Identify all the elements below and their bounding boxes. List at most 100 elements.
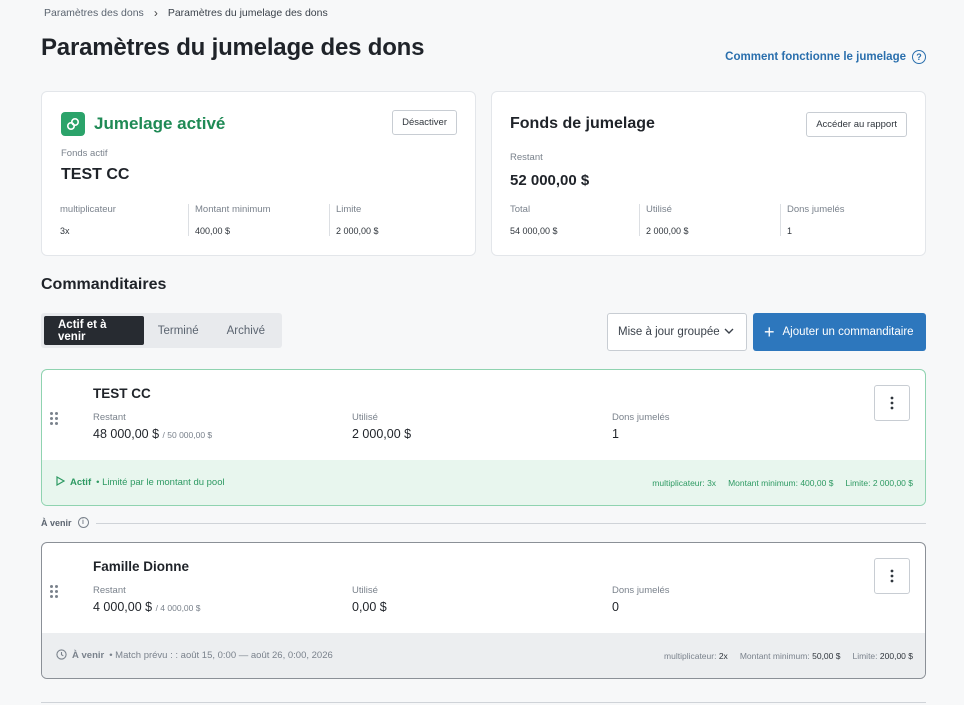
sponsor-used: Utilisé 2 000,00 $ xyxy=(352,412,411,441)
active-fund-label: Fonds actif xyxy=(61,148,108,159)
more-options-button[interactable] xyxy=(874,558,910,594)
limit-term-label: Limite: xyxy=(852,650,878,661)
upcoming-label: À venir xyxy=(41,517,72,528)
minimum-stat: Montant minimum 400,00 $ xyxy=(188,204,329,236)
breadcrumb-parent[interactable]: Paramètres des dons xyxy=(44,7,144,19)
sponsor-status: À venir • Match prévu : : août 15, 0:00 … xyxy=(56,648,333,663)
matched-value: 1 xyxy=(787,226,793,236)
bulk-update-label: Mise à jour groupée xyxy=(618,326,720,338)
matched-label: Dons jumelés xyxy=(612,412,670,423)
matched-label: Dons jumelés xyxy=(612,585,670,596)
matching-stats: multiplicateur 3x Montant minimum 400,00… xyxy=(60,204,439,236)
minimum-label: Montant minimum xyxy=(195,204,271,215)
matched-stat: Dons jumelés 1 xyxy=(780,204,890,236)
breadcrumb: Paramètres des dons › Paramètres du jume… xyxy=(44,6,328,20)
limit-stat: Limite 2 000,00 $ xyxy=(329,204,439,236)
remaining-total: / 50 000,00 $ xyxy=(162,430,213,440)
total-stat: Total 54 000,00 $ xyxy=(510,204,639,236)
upcoming-divider: À venir i xyxy=(41,517,89,528)
fund-remaining-label: Restant xyxy=(510,152,543,163)
chevron-down-icon xyxy=(724,326,734,338)
used-value: 2 000,00 $ xyxy=(646,226,689,236)
multiplier-term-label: multiplicateur: xyxy=(664,650,717,661)
sponsor-status: Actif • Limité par le montant du pool xyxy=(56,475,225,489)
matched-label: Dons jumelés xyxy=(787,204,845,215)
chevron-right-icon: › xyxy=(153,6,158,20)
status-badge: À venir xyxy=(72,650,105,661)
kebab-icon xyxy=(890,569,894,583)
remaining-amount: 4 000,00 $ xyxy=(93,600,153,614)
status-detail: • Limité par le montant du pool xyxy=(96,477,225,488)
multiplier-term-value: 2x xyxy=(718,650,728,661)
fund-remaining-value: 52 000,00 $ xyxy=(510,172,590,189)
remaining-value: 4 000,00 $ / 4 000,00 $ xyxy=(93,600,200,614)
remaining-total: / 4 000,00 $ xyxy=(155,603,201,613)
info-icon[interactable]: i xyxy=(77,517,89,528)
matching-status-card: Jumelage activé Désactiver Fonds actif T… xyxy=(41,91,476,256)
used-stat: Utilisé 2 000,00 $ xyxy=(639,204,780,236)
status-badge: Actif xyxy=(70,477,92,488)
question-circle-icon: ? xyxy=(912,50,926,64)
drag-handle-icon[interactable] xyxy=(50,585,58,598)
help-link-label: Comment fonctionne le jumelage xyxy=(725,51,906,63)
divider xyxy=(41,702,926,703)
used-label: Utilisé xyxy=(646,204,672,215)
sponsor-matched: Dons jumelés 1 xyxy=(612,412,670,441)
matched-value: 0 xyxy=(612,600,619,614)
used-label: Utilisé xyxy=(352,412,378,423)
limit-value: 2 000,00 $ xyxy=(336,226,379,236)
bulk-update-dropdown[interactable]: Mise à jour groupée xyxy=(607,313,747,351)
multiplier-label: multiplicateur xyxy=(60,204,116,215)
fund-stats: Total 54 000,00 $ Utilisé 2 000,00 $ Don… xyxy=(510,204,890,236)
limit-term: Limite: 2 000,00 $ xyxy=(845,477,913,488)
sponsors-title: Commanditaires xyxy=(41,276,167,293)
sponsor-name: Famille Dionne xyxy=(93,559,190,574)
used-label: Utilisé xyxy=(352,585,378,596)
add-sponsor-label: Ajouter un commanditaire xyxy=(782,326,914,338)
limit-label: Limite xyxy=(336,204,362,215)
drag-handle-icon[interactable] xyxy=(50,412,58,425)
sponsor-footer: Actif • Limité par le montant du pool mu… xyxy=(42,460,925,505)
breadcrumb-current: Paramètres du jumelage des dons xyxy=(167,7,328,19)
sponsor-name: TEST CC xyxy=(93,386,151,401)
deactivate-button[interactable]: Désactiver xyxy=(392,110,457,135)
clock-icon xyxy=(56,648,67,663)
minimum-term-value: 50,00 $ xyxy=(812,650,841,661)
kebab-icon xyxy=(890,396,894,410)
total-label: Total xyxy=(510,204,531,215)
minimum-term: Montant minimum: 50,00 $ xyxy=(740,651,841,661)
used-value: 0,00 $ xyxy=(352,600,387,614)
status-detail: • Match prévu : : août 15, 0:00 — août 2… xyxy=(109,650,333,661)
sponsor-footer: À venir • Match prévu : : août 15, 0:00 … xyxy=(42,633,925,678)
link-icon xyxy=(61,112,85,136)
sponsor-matched: Dons jumelés 0 xyxy=(612,585,670,614)
add-sponsor-button[interactable]: + Ajouter un commanditaire xyxy=(753,313,926,351)
more-options-button[interactable] xyxy=(874,385,910,421)
sponsor-terms: multiplicateur: 2x Montant minimum: 50,0… xyxy=(664,651,913,661)
tab-completed[interactable]: Terminé xyxy=(144,316,213,345)
multiplier-value: 3x xyxy=(60,226,70,236)
sponsor-terms: multiplicateur: 3x Montant minimum: 400,… xyxy=(652,478,913,488)
matched-value: 1 xyxy=(612,427,619,441)
matching-status: Jumelage activé xyxy=(61,112,225,136)
limit-term: Limite: 200,00 $ xyxy=(852,651,913,661)
divider xyxy=(96,523,926,524)
tab-active-upcoming[interactable]: Actif et à venir xyxy=(44,316,144,345)
matching-fund-card: Fonds de jumelage Accéder au rapport Res… xyxy=(491,91,926,256)
minimum-term-label: Montant minimum: xyxy=(739,650,810,661)
multiplier-stat: multiplicateur 3x xyxy=(60,204,188,236)
page-title: Paramètres du jumelage des dons xyxy=(41,34,425,61)
sponsor-used: Utilisé 0,00 $ xyxy=(352,585,387,614)
sponsor-card: Famille Dionne Restant 4 000,00 $ / 4 00… xyxy=(41,542,926,679)
multiplier-term: multiplicateur: 3x xyxy=(652,477,717,488)
minimum-value: 400,00 $ xyxy=(195,226,231,236)
view-report-button[interactable]: Accéder au rapport xyxy=(806,112,907,137)
remaining-label: Restant xyxy=(93,585,126,596)
help-link[interactable]: Comment fonctionne le jumelage ? xyxy=(725,50,926,64)
tab-archived[interactable]: Archivé xyxy=(213,316,279,345)
sponsor-remaining: Restant 4 000,00 $ / 4 000,00 $ xyxy=(93,585,200,614)
sponsor-tabs: Actif et à venir Terminé Archivé xyxy=(41,313,282,348)
used-value: 2 000,00 $ xyxy=(352,427,412,441)
matching-status-title: Jumelage activé xyxy=(94,114,226,133)
play-icon xyxy=(56,475,66,489)
